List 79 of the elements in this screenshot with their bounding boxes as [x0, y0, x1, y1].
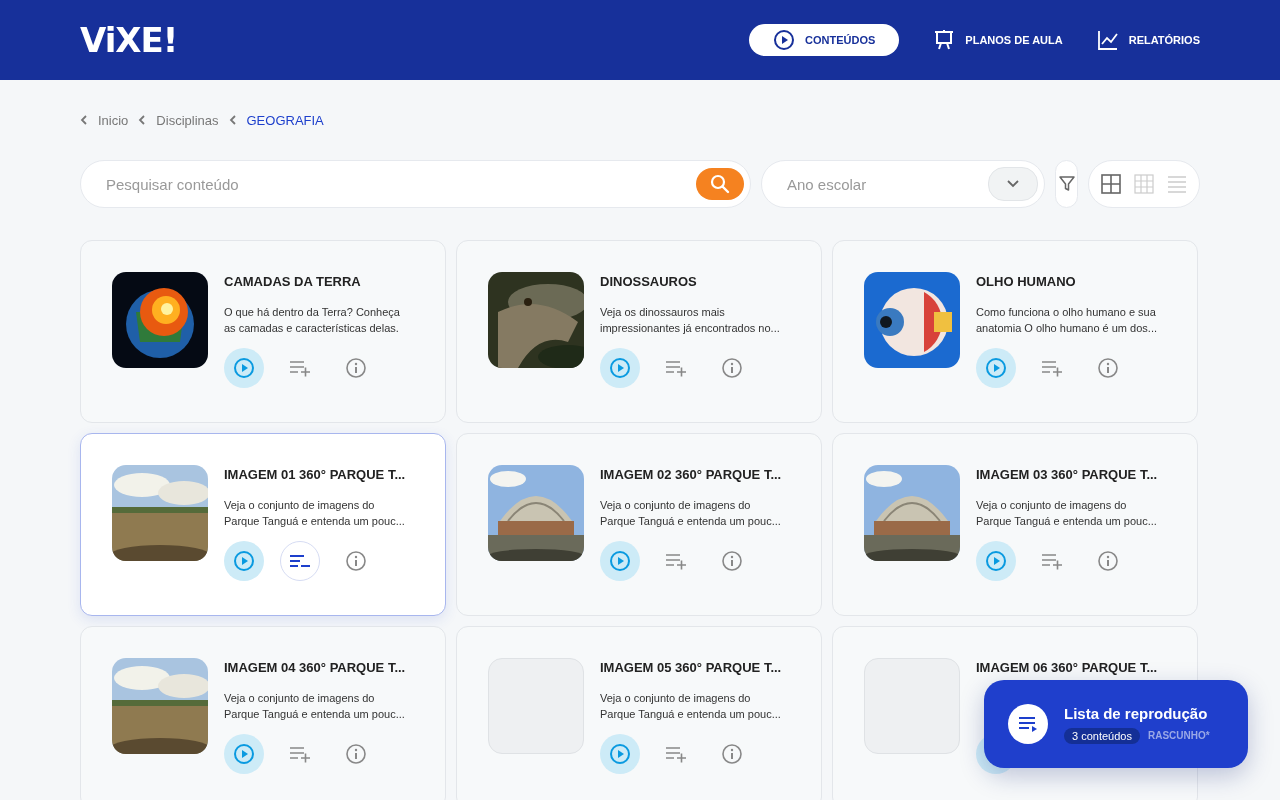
play-button[interactable]	[976, 348, 1016, 388]
card-description: Veja o conjunto de imagens do Parque Tanguá e entenda um pouc...	[600, 691, 782, 722]
search-bar[interactable]: Pesquisar conteúdo	[80, 160, 751, 208]
play-button[interactable]	[224, 541, 264, 581]
play-icon	[233, 550, 255, 572]
search-icon	[710, 174, 730, 194]
play-icon	[233, 743, 255, 765]
card-description: Veja o conjunto de imagens do Parque Tanguá e entenda um pouc...	[224, 498, 406, 529]
filter-button[interactable]	[1055, 160, 1078, 208]
play-button[interactable]	[600, 734, 640, 774]
card-description: Veja o conjunto de imagens do Parque Tanguá e entenda um pouc...	[976, 498, 1158, 529]
card-title: IMAGEM 03 360° PARQUE T...	[976, 467, 1158, 482]
play-icon	[609, 550, 631, 572]
grid-small-icon	[1133, 173, 1155, 195]
play-button[interactable]	[600, 541, 640, 581]
play-icon	[985, 357, 1007, 379]
play-button[interactable]	[224, 734, 264, 774]
info-icon	[1097, 550, 1119, 572]
content-count: 3 conteúdos	[1064, 727, 1140, 744]
content-card[interactable]: IMAGEM 03 360° PARQUE T... Veja o conjunto de imagens do Parque Tanguá e entenda um pouc...	[832, 433, 1198, 616]
grade-select[interactable]: Ano escolar	[761, 160, 1045, 208]
breadcrumb-link[interactable]: Disciplinas	[156, 112, 219, 128]
in-playlist-button[interactable]	[280, 541, 320, 581]
content-card[interactable]: IMAGEM 05 360° PARQUE T... Veja o conjunto de imagens do Parque Tanguá e entenda um pouc...	[456, 626, 822, 800]
card-description: Veja os dinossauros mais impressionantes já encontrados no...	[600, 305, 780, 336]
card-title: IMAGEM 04 360° PARQUE T...	[224, 660, 406, 675]
chart-icon	[1096, 29, 1119, 51]
grade-field[interactable]: Ano escolar	[785, 174, 988, 194]
nav-tab[interactable]: CONTEÚDOS	[749, 24, 900, 56]
info-icon	[721, 357, 743, 379]
play-icon	[609, 743, 631, 765]
play-button[interactable]	[224, 348, 264, 388]
play-icon	[773, 29, 796, 51]
card-title: IMAGEM 02 360° PARQUE T...	[600, 467, 782, 482]
play-icon	[985, 550, 1007, 572]
list-icon	[1165, 173, 1188, 195]
card-title: CAMADAS DA TERRA	[224, 274, 362, 289]
card-title: IMAGEM 06 360° PARQUE T...	[976, 660, 1158, 675]
view-large-button[interactable]	[1100, 173, 1123, 195]
content-card[interactable]: IMAGEM 04 360° PARQUE T... Veja o conjunto de imagens do Parque Tanguá e entenda um pouc...	[80, 626, 446, 800]
breadcrumb-link[interactable]: Inicio	[98, 112, 129, 128]
search-button[interactable]	[696, 168, 744, 200]
content-card[interactable]: IMAGEM 02 360° PARQUE T... Veja o conjunto de imagens do Parque Tanguá e entenda um pouc...	[456, 433, 822, 616]
chevron-left-icon	[228, 115, 237, 125]
play-button[interactable]	[600, 348, 640, 388]
content-card[interactable]: OLHO HUMANO Como funciona o olho humano e sua anatomia O olho humano é um dos...	[832, 240, 1198, 423]
play-icon	[609, 357, 631, 379]
info-icon	[345, 550, 367, 572]
chevron-down-icon	[1007, 180, 1019, 188]
info-icon	[721, 743, 743, 765]
grid-large-icon	[1100, 173, 1123, 195]
chevron-left-icon	[138, 115, 147, 125]
info-icon	[721, 550, 743, 572]
search-field[interactable]: Pesquisar conteúdo	[104, 174, 696, 194]
easel-icon	[933, 29, 956, 51]
content-card[interactable]: CAMADAS DA TERRA O que há dentro da Terra? Conheça as camadas e características delas.	[80, 240, 446, 423]
info-icon	[1097, 357, 1119, 379]
logo: ViXE!	[80, 20, 178, 60]
filter-icon	[1057, 175, 1076, 193]
card-title: DINOSSAUROS	[600, 274, 698, 289]
card-description: Como funciona o olho humano e sua anatomia O olho humano é um dos...	[976, 305, 1157, 336]
card-description: Veja o conjunto de imagens do Parque Tanguá e entenda um pouc...	[600, 498, 782, 529]
card-title: IMAGEM 01 360° PARQUE T...	[224, 467, 406, 482]
info-icon	[345, 357, 367, 379]
play-icon	[233, 357, 255, 379]
view-small-button[interactable]	[1133, 173, 1155, 195]
breadcrumb-link[interactable]: GEOGRAFIA	[246, 112, 324, 128]
play-button[interactable]	[976, 541, 1016, 581]
card-description: Veja o conjunto de imagens do Parque Tanguá e entenda um pouc...	[224, 691, 406, 722]
card-title: OLHO HUMANO	[976, 274, 1077, 289]
info-icon	[345, 743, 367, 765]
nav-tab[interactable]: RELATÓRIOS	[1096, 24, 1200, 56]
content-card[interactable]: DINOSSAUROS Veja os dinossauros mais impressionantes já encontrados no...	[456, 240, 822, 423]
card-description: O que há dentro da Terra? Conheça as camadas e características delas.	[224, 305, 400, 336]
chevron-left-icon	[80, 115, 88, 125]
card-title: IMAGEM 05 360° PARQUE T...	[600, 660, 782, 675]
nav-tab[interactable]: PLANOS DE AULA	[933, 24, 1063, 56]
content-card[interactable]: IMAGEM 01 360° PARQUE T... Veja o conjunto de imagens do Parque Tanguá e entenda um pouc...	[80, 433, 446, 616]
playlist-toast[interactable]: Lista de reprodução 3 conteúdos RASCUNHO*	[984, 680, 1248, 768]
